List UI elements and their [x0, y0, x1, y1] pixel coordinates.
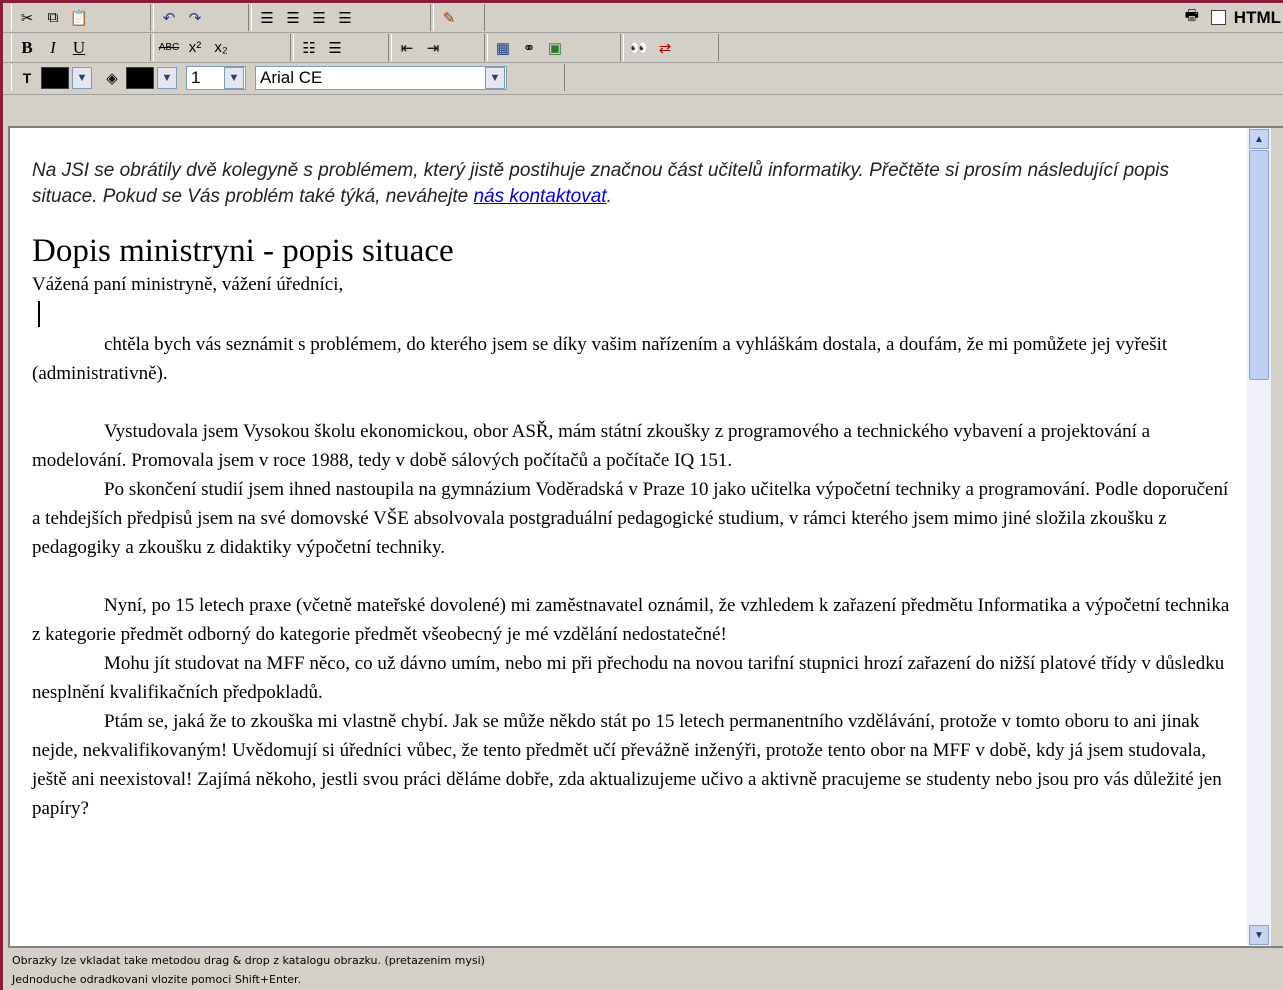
html-mode-checkbox[interactable]	[1210, 10, 1226, 25]
paragraph-3: Po skončení studií jsem ihned nastoupila…	[32, 479, 1229, 558]
scroll-thumb[interactable]	[1249, 150, 1269, 380]
indent-group: ⇤ ⇥	[391, 34, 485, 61]
align-group: ☰ ☰ ☰ ☰	[251, 4, 431, 31]
toolbar-row-3: T ▼ ◈ ▼ 1 ▼ Arial CE ▼	[3, 63, 1283, 95]
chevron-down-icon: ▼	[224, 66, 244, 89]
chevron-down-icon: ▼	[485, 66, 505, 89]
history-group: ↶ ↷	[153, 4, 249, 31]
search-group: 👀 ⇄	[623, 34, 719, 61]
font-name-value: Arial CE	[260, 67, 323, 87]
paste-icon[interactable]: 📋	[68, 7, 90, 29]
editor-content: Na JSI se obrátily dvě kolegyně s problé…	[32, 158, 1232, 823]
html-toggle[interactable]: 🖶 HTML	[1181, 3, 1283, 32]
align-center-icon[interactable]: ☰	[282, 7, 304, 29]
status-area: Obrazky lze vkladat take metodou drag & …	[12, 951, 485, 989]
underline-button[interactable]: U	[68, 37, 90, 59]
text-color-dropdown[interactable]: ▼	[72, 66, 92, 89]
scroll-up-button[interactable]: ▲	[1249, 129, 1269, 149]
font-name-select[interactable]: Arial CE ▼	[255, 65, 507, 90]
table-icon[interactable]: ▦	[492, 37, 514, 59]
paragraph-4: Nyní, po 15 letech praxe (včetně mateřsk…	[32, 595, 1230, 645]
text-style-group: B I U	[11, 34, 151, 61]
align-left-icon[interactable]: ☰	[256, 7, 278, 29]
bold-button[interactable]: B	[16, 37, 38, 59]
background-color-swatch[interactable]	[126, 66, 154, 89]
unordered-list-icon[interactable]: ☰	[324, 37, 346, 59]
vertical-scrollbar[interactable]: ▲ ▼	[1247, 128, 1271, 946]
scroll-down-button[interactable]: ▼	[1249, 925, 1269, 945]
background-color-icon: ◈	[106, 69, 118, 87]
subscript-icon[interactable]: x₂	[210, 37, 232, 59]
paragraph-2: Vystudovala jsem Vysokou školu ekonomick…	[32, 421, 1151, 471]
underline-button-label: U	[72, 37, 86, 57]
text-caret	[38, 301, 40, 327]
paragraph-5: Mohu jít studovat na MFF něco, co už dáv…	[32, 653, 1225, 703]
letter-heading: Dopis ministryni - popis situace	[32, 233, 454, 269]
ordered-list-icon[interactable]: ☷	[298, 37, 320, 59]
print-icon[interactable]: 🖶	[1181, 7, 1203, 29]
redo-icon[interactable]: ↷	[184, 7, 206, 29]
indent-icon[interactable]: ⇥	[422, 37, 444, 59]
font-group: T ▼ ◈ ▼ 1 ▼ Arial CE ▼	[11, 64, 565, 91]
text-color-swatch[interactable]	[41, 66, 69, 89]
html-mode-label: HTML	[1233, 7, 1281, 27]
text-color-icon: T	[22, 69, 32, 86]
list-group: ☷ ☰	[293, 34, 389, 61]
intro-paragraph: Na JSI se obrátily dvě kolegyně s problé…	[32, 158, 1232, 210]
script-group: ABC x² x₂	[153, 34, 291, 61]
italic-button-label: I	[50, 37, 56, 57]
copy-icon[interactable]: ⧉	[42, 7, 64, 29]
clear-format-group: ✎	[433, 4, 485, 31]
editor-area[interactable]: Na JSI se obrátily dvě kolegyně s problé…	[10, 128, 1247, 946]
status-hint-1: Obrazky lze vkladat take metodou drag & …	[12, 954, 485, 967]
paragraph-6: Ptám se, jaká že to zkouška mi vlastně c…	[32, 711, 1222, 819]
link-icon[interactable]: ⚭	[518, 37, 540, 59]
italic-button[interactable]: I	[42, 37, 64, 59]
salutation: Vážená paní ministryně, vážení úředníci,	[32, 274, 344, 295]
align-justify-icon[interactable]: ☰	[334, 7, 356, 29]
bold-button-label: B	[21, 37, 33, 57]
font-size-value: 1	[191, 67, 201, 87]
clean-html-icon[interactable]: ✎	[438, 7, 460, 29]
clipboard-group: ✂ ⧉ 📋	[11, 4, 151, 31]
strikethrough-icon[interactable]: ABC	[158, 37, 180, 59]
paragraph-1: chtěla bych vás seznámit s problémem, do…	[32, 334, 1168, 384]
find-icon[interactable]: 👀	[628, 37, 650, 59]
insert-group: ▦ ⚭ ▣	[487, 34, 621, 61]
contact-link[interactable]: nás kontaktovat	[473, 186, 606, 207]
superscript-icon[interactable]: x²	[184, 37, 206, 59]
undo-icon[interactable]: ↶	[158, 7, 180, 29]
outdent-icon[interactable]: ⇤	[396, 37, 418, 59]
intro-end: .	[606, 186, 612, 207]
toolbar-row-2: B I U ABC x² x₂ ☷ ☰ ⇤ ⇥ ▦ ⚭ ▣ 👀 ⇄	[3, 33, 1283, 63]
align-right-icon[interactable]: ☰	[308, 7, 330, 29]
toolbar-row-1: ✂ ⧉ 📋 ↶ ↷ ☰ ☰ ☰ ☰ ✎ 🖶 HTML	[3, 3, 1283, 33]
status-hint-2: Jednoduche odradkovani vlozite pomoci Sh…	[12, 973, 302, 986]
letter-body: Vážená paní ministryně, vážení úředníci,…	[32, 270, 1232, 823]
replace-icon[interactable]: ⇄	[654, 37, 676, 59]
cut-icon[interactable]: ✂	[16, 7, 38, 29]
image-icon[interactable]: ▣	[544, 37, 566, 59]
background-color-dropdown[interactable]: ▼	[157, 66, 177, 89]
font-size-select[interactable]: 1 ▼	[186, 65, 246, 90]
